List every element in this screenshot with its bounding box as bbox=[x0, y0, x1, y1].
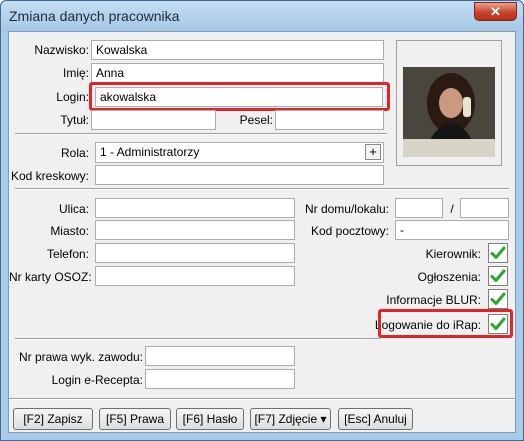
kod-kreskowy-label: Kod kreskowy: bbox=[10, 169, 89, 183]
separator-3 bbox=[15, 338, 381, 340]
nr-prawa-field[interactable] bbox=[145, 346, 295, 366]
imie-field[interactable]: Anna bbox=[91, 63, 384, 83]
login-highlight bbox=[89, 82, 390, 111]
ogloszenia-label: Ogłoszenia: bbox=[417, 270, 481, 284]
pesel-label: Pesel: bbox=[239, 113, 273, 127]
nazwisko-field[interactable]: Kowalska bbox=[91, 40, 384, 60]
checkmark-icon bbox=[490, 269, 506, 282]
telefon-label: Telefon: bbox=[46, 247, 89, 261]
kierownik-label: Kierownik: bbox=[425, 247, 481, 261]
ulica-label: Ulica: bbox=[58, 202, 89, 216]
informacje-blur-label: Informacje BLUR: bbox=[386, 293, 481, 307]
zdjecie-label: [F7] Zdjęcie bbox=[254, 412, 318, 426]
ulica-field[interactable] bbox=[95, 198, 295, 218]
nr-karty-osoz-label: Nr karty OSOZ: bbox=[9, 270, 92, 284]
kod-pocztowy-field[interactable]: - bbox=[395, 220, 509, 240]
haslo-button[interactable]: [F6] Hasło bbox=[176, 408, 244, 430]
zdjecie-button[interactable]: [F7] Zdjęcie ▾ bbox=[250, 408, 331, 430]
dialog-client-area: Nazwisko: Kowalska Imię: Anna Login: ako… bbox=[8, 31, 516, 433]
checkmark-icon bbox=[490, 292, 506, 305]
informacje-blur-checkbox[interactable] bbox=[488, 289, 508, 309]
nr-lokalu-field[interactable] bbox=[460, 198, 509, 218]
nr-domu-field[interactable] bbox=[395, 198, 443, 218]
kod-pocztowy-label: Kod pocztowy: bbox=[310, 224, 389, 238]
nr-karty-osoz-field[interactable] bbox=[95, 266, 295, 286]
nr-prawa-label: Nr prawa wyk. zawodu: bbox=[18, 350, 143, 364]
tytul-label: Tytuł: bbox=[60, 113, 89, 127]
nr-domu-label: Nr domu/lokalu: bbox=[304, 202, 389, 216]
photo-frame[interactable] bbox=[396, 40, 502, 166]
rola-label: Rola: bbox=[60, 146, 89, 160]
separator-buttons bbox=[9, 398, 515, 400]
rola-field[interactable]: 1 - Administratorzy + bbox=[95, 142, 384, 163]
login-erecepta-label: Login e-Recepta: bbox=[51, 373, 143, 387]
logowanie-irap-highlight bbox=[378, 309, 513, 338]
miasto-field[interactable] bbox=[95, 220, 295, 240]
chevron-down-icon: ▾ bbox=[320, 412, 327, 426]
separator-1 bbox=[15, 133, 387, 135]
login-erecepta-field[interactable] bbox=[145, 369, 295, 389]
prawa-button[interactable]: [F5] Prawa bbox=[99, 408, 171, 430]
rola-value: 1 - Administratorzy bbox=[100, 145, 200, 159]
anuluj-button[interactable]: [Esc] Anuluj bbox=[338, 408, 413, 430]
tytul-field[interactable] bbox=[91, 110, 216, 130]
imie-label: Imię: bbox=[62, 66, 89, 80]
title-bar[interactable]: Zmiana danych pracownika ✕ bbox=[1, 1, 523, 31]
login-label: Login: bbox=[56, 90, 89, 104]
kod-kreskowy-field[interactable] bbox=[95, 165, 384, 185]
telefon-field[interactable] bbox=[95, 243, 295, 263]
nazwisko-label: Nazwisko: bbox=[34, 43, 89, 57]
close-button[interactable]: ✕ bbox=[474, 2, 517, 21]
window-title: Zmiana danych pracownika bbox=[9, 8, 180, 24]
nr-domu-separator: / bbox=[450, 202, 454, 216]
ogloszenia-checkbox[interactable] bbox=[488, 266, 508, 286]
kierownik-checkbox[interactable] bbox=[488, 243, 508, 263]
rola-picker-button[interactable]: + bbox=[365, 144, 381, 160]
zapisz-button[interactable]: [F2] Zapisz bbox=[13, 408, 93, 430]
separator-2 bbox=[15, 188, 509, 190]
checkmark-icon bbox=[490, 246, 506, 259]
employee-photo bbox=[403, 67, 495, 157]
miasto-label: Miasto: bbox=[50, 224, 89, 238]
dialog-window: Zmiana danych pracownika ✕ Nazwisko: Kow… bbox=[0, 0, 524, 441]
pesel-field[interactable] bbox=[275, 110, 384, 130]
